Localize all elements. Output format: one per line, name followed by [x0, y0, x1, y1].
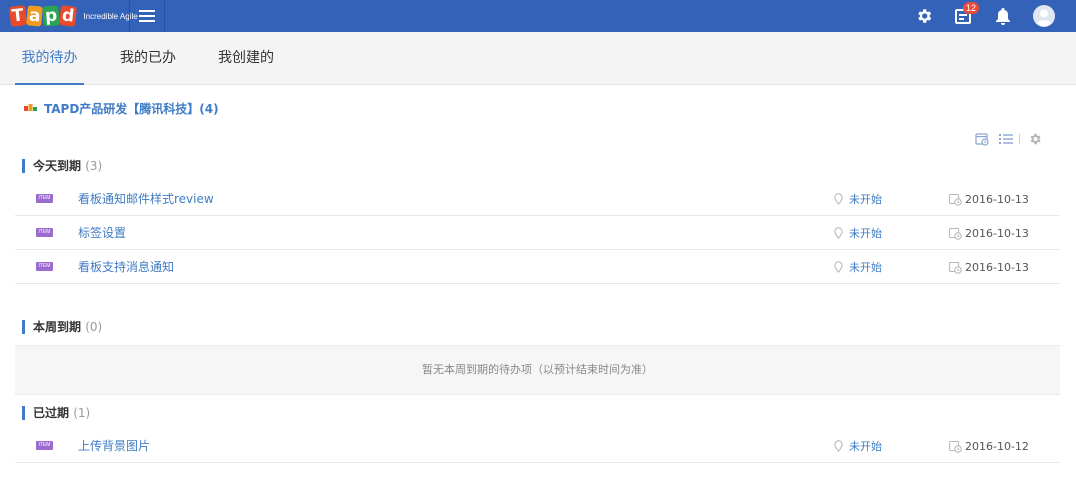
tab-my-todo[interactable]: 我的待办	[15, 32, 84, 85]
section-title: 本周到期	[33, 320, 82, 334]
notifications-button[interactable]	[985, 0, 1021, 32]
gear-icon	[918, 9, 932, 23]
view-toolbar	[975, 131, 1042, 147]
logo-letter: T	[8, 5, 27, 27]
item-title-link[interactable]: 标签设置	[78, 216, 126, 250]
section-title: 今天到期	[33, 159, 82, 173]
item-due-text: 2016-10-13	[965, 226, 1029, 240]
tab-my-created[interactable]: 我创建的	[211, 32, 281, 85]
item-type-badge: ITEM	[36, 262, 53, 271]
item-title-link[interactable]: 看板通知邮件样式review	[78, 182, 214, 216]
status-pin-icon	[834, 193, 843, 205]
item-type-badge: ITEM	[36, 194, 53, 203]
logo-letter: p	[42, 5, 60, 27]
hamburger-icon	[139, 10, 155, 22]
section-header-this-week: 本周到期 (0)	[22, 320, 102, 334]
empty-state-message: 暂无本周到期的待办项（以预计结束时间为准）	[15, 345, 1060, 395]
logo-letter: d	[59, 5, 78, 27]
item-due-text: 2016-10-13	[965, 260, 1029, 274]
messages-count-badge: 12	[963, 2, 980, 14]
bell-icon	[996, 8, 1010, 25]
project-heading: TAPD产品研发【腾讯科技】(4)	[24, 100, 219, 116]
tab-my-done[interactable]: 我的已办	[113, 32, 183, 85]
section-title: 已过期	[33, 406, 70, 420]
item-status-text: 未开始	[849, 227, 882, 240]
item-due-text: 2016-10-12	[965, 439, 1029, 453]
todo-row[interactable]: ITEM 看板支持消息通知 未开始 2016-10-13	[15, 250, 1060, 284]
due-date-icon	[949, 261, 962, 274]
top-navigation-bar: T a p d Incredible Agile 12	[0, 0, 1076, 32]
gear-icon[interactable]	[1028, 132, 1042, 146]
todo-row[interactable]: ITEM 标签设置 未开始 2016-10-13	[15, 216, 1060, 250]
item-title-link[interactable]: 看板支持消息通知	[78, 250, 174, 284]
status-pin-icon	[834, 227, 843, 239]
item-due-date: 2016-10-13	[949, 216, 1029, 250]
messages-button[interactable]: 12	[945, 0, 981, 32]
item-due-date: 2016-10-13	[949, 182, 1029, 216]
toolbar-divider	[1019, 134, 1020, 144]
project-title[interactable]: TAPD产品研发【腾讯科技】(4)	[44, 100, 219, 117]
settings-button[interactable]	[906, 0, 942, 32]
item-type-badge: ITEM	[36, 228, 53, 237]
status-pin-icon	[834, 261, 843, 273]
todo-tab-bar: 我的待办 我的已办 我创建的	[0, 32, 1076, 85]
item-status-text: 未开始	[849, 261, 882, 274]
todo-row[interactable]: ITEM 上传背景图片 未开始 2016-10-12	[15, 429, 1060, 463]
item-status-text: 未开始	[849, 440, 882, 453]
item-title-link[interactable]: 上传背景图片	[78, 429, 150, 463]
item-due-date: 2016-10-13	[949, 250, 1029, 284]
section-count: (3)	[85, 159, 103, 173]
item-type-badge: ITEM	[36, 441, 53, 450]
item-status[interactable]: 未开始	[834, 429, 882, 463]
user-avatar-icon	[1033, 5, 1055, 27]
todo-row[interactable]: ITEM 看板通知邮件样式review 未开始 2016-10-13	[15, 182, 1060, 216]
project-icon	[24, 104, 37, 111]
item-due-date: 2016-10-12	[949, 429, 1029, 463]
item-status[interactable]: 未开始	[834, 216, 882, 250]
calendar-icon[interactable]	[975, 132, 989, 146]
item-status-text: 未开始	[849, 193, 882, 206]
logo-letter: a	[25, 5, 43, 27]
tapd-logo[interactable]: T a p d Incredible Agile	[8, 5, 138, 27]
section-count: (0)	[85, 320, 103, 334]
list-icon[interactable]	[999, 133, 1013, 145]
main-menu-button[interactable]	[129, 0, 165, 32]
user-avatar-button[interactable]	[1026, 0, 1062, 32]
item-status[interactable]: 未开始	[834, 182, 882, 216]
item-due-text: 2016-10-13	[965, 192, 1029, 206]
item-status[interactable]: 未开始	[834, 250, 882, 284]
due-date-icon	[949, 193, 962, 206]
status-pin-icon	[834, 440, 843, 452]
due-date-icon	[949, 227, 962, 240]
section-count: (1)	[73, 406, 91, 420]
due-date-icon	[949, 440, 962, 453]
section-header-overdue: 已过期 (1)	[22, 406, 90, 420]
section-header-today: 今天到期 (3)	[22, 159, 102, 173]
logo-mark: T a p d	[8, 5, 78, 27]
